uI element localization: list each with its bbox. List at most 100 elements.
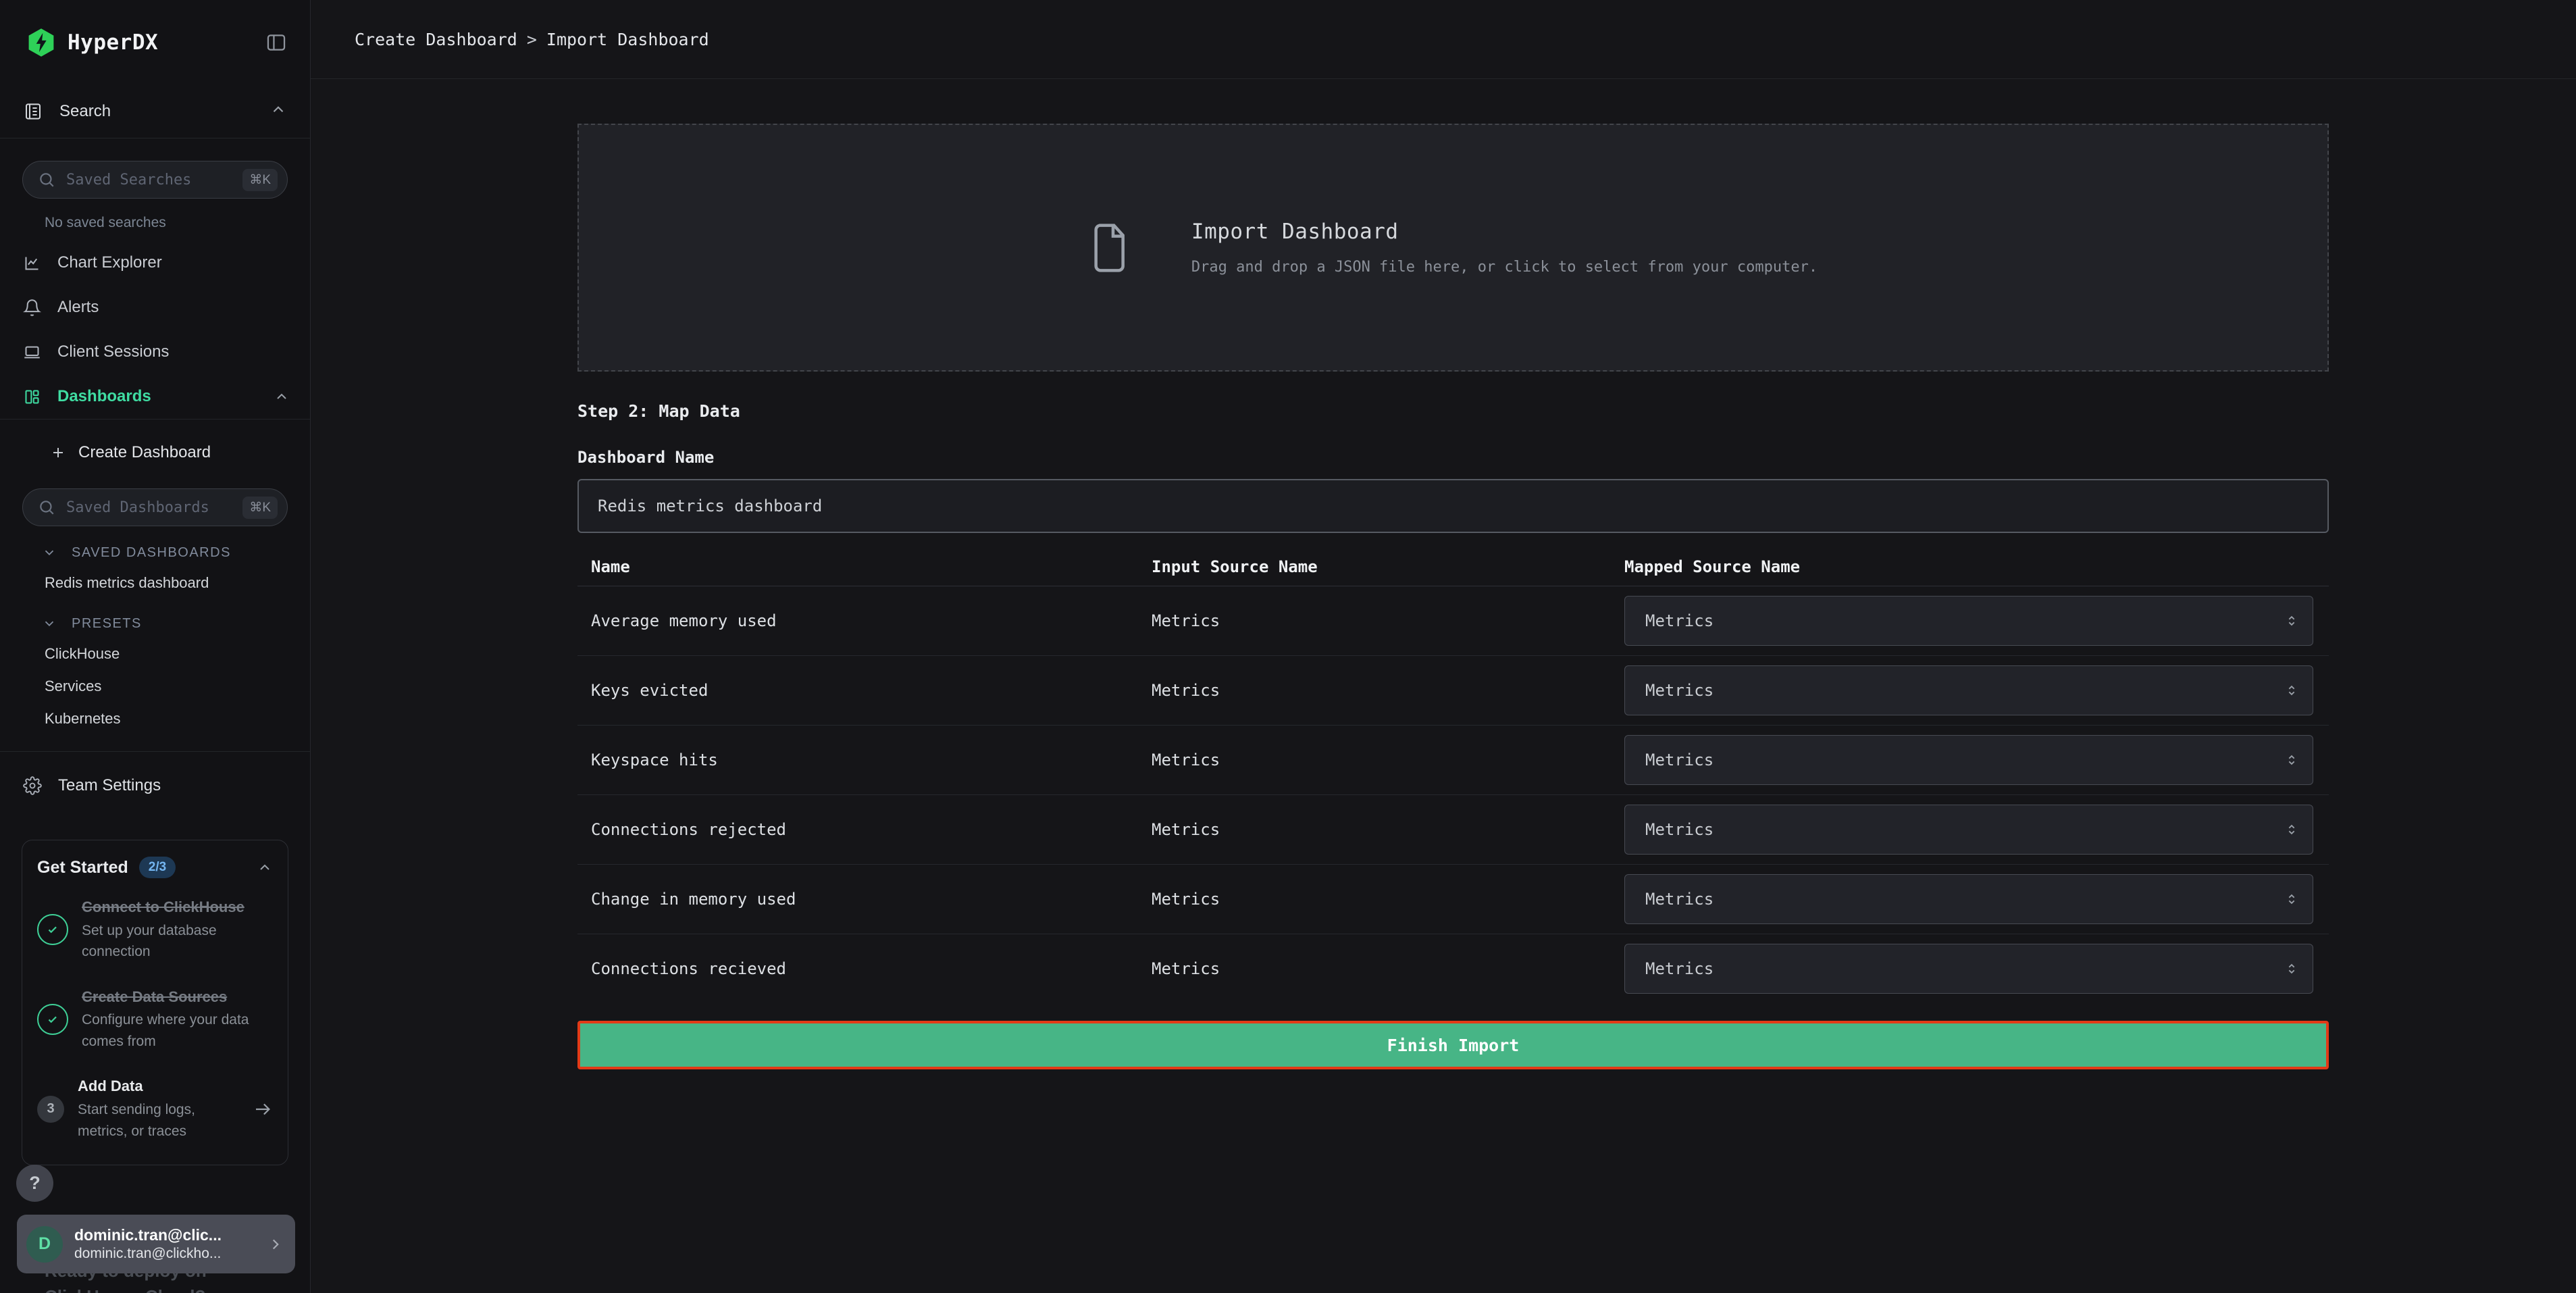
logo-row: HyperDX	[0, 0, 310, 84]
group-label: PRESETS	[72, 616, 142, 632]
sidebar-collapse-button[interactable]	[263, 29, 290, 56]
promo-line-2: ClickHouse Cloud?	[45, 1284, 207, 1293]
row-name: Connections recieved	[577, 959, 1152, 978]
app-title: HyperDX	[68, 30, 158, 55]
select-chevrons-icon	[2284, 753, 2299, 767]
row-input-source: Metrics	[1152, 751, 1624, 769]
chart-icon	[23, 254, 41, 272]
sidebar-item-alerts[interactable]: Alerts	[0, 285, 310, 330]
dropzone-title: Import Dashboard	[1191, 220, 1818, 244]
preset-item-clickhouse[interactable]: ClickHouse	[0, 638, 310, 670]
mapped-source-select[interactable]: Metrics	[1624, 874, 2313, 924]
row-name: Keyspace hits	[577, 751, 1152, 769]
select-chevrons-icon	[2284, 613, 2299, 628]
dashboard-name-input[interactable]	[577, 479, 2329, 533]
row-name: Average memory used	[577, 611, 1152, 630]
mapped-source-select[interactable]: Metrics	[1624, 596, 2313, 646]
gear-icon	[23, 776, 42, 795]
search-panel-icon	[23, 101, 43, 122]
chevron-right-icon	[267, 1236, 284, 1253]
file-icon	[1089, 221, 1132, 275]
get-started-step-sources[interactable]: Create Data Sources Configure where your…	[36, 975, 274, 1065]
nav-label: Alerts	[57, 298, 99, 317]
selected-value: Metrics	[1645, 611, 1714, 630]
user-menu[interactable]: D dominic.tran@clic... dominic.tran@clic…	[17, 1215, 295, 1273]
selected-value: Metrics	[1645, 959, 1714, 978]
user-display-name: dominic.tran@clic...	[74, 1226, 222, 1244]
mapped-source-select[interactable]: Metrics	[1624, 944, 2313, 994]
user-email: dominic.tran@clickho...	[74, 1246, 222, 1262]
app-screen: HyperDX Search ⌘K No saved searches Cha	[0, 0, 2576, 1293]
breadcrumb-create-dashboard[interactable]: Create Dashboard	[355, 30, 517, 49]
presets-group-header[interactable]: PRESETS	[0, 609, 310, 638]
collapse-sidebar-icon	[265, 31, 288, 54]
search-section-label: Search	[59, 102, 111, 121]
sidebar-nav: Chart Explorer Alerts Client Sessions Da…	[0, 240, 310, 419]
saved-searches-input[interactable]	[65, 171, 242, 189]
chevron-down-icon	[42, 545, 57, 560]
preset-item-label: Kubernetes	[45, 710, 121, 728]
preset-item-label: ClickHouse	[45, 645, 120, 663]
selected-value: Metrics	[1645, 890, 1714, 909]
main-content: Import Dashboard Drag and drop a JSON fi…	[311, 79, 2576, 1293]
import-dropzone[interactable]: Import Dashboard Drag and drop a JSON fi…	[577, 124, 2329, 372]
dashboard-name-label: Dashboard Name	[577, 448, 2329, 467]
mapped-source-select[interactable]: Metrics	[1624, 735, 2313, 785]
mapped-source-select[interactable]: Metrics	[1624, 805, 2313, 855]
create-dashboard-label: Create Dashboard	[78, 443, 211, 462]
select-chevrons-icon	[2284, 822, 2299, 837]
keyboard-shortcut-badge: ⌘K	[242, 497, 278, 519]
laptop-icon	[23, 343, 41, 361]
row-input-source: Metrics	[1152, 820, 1624, 839]
chevron-up-icon	[269, 101, 287, 122]
group-label: SAVED DASHBOARDS	[72, 545, 231, 561]
chevron-up-icon	[274, 388, 290, 405]
dropzone-subtitle: Drag and drop a JSON file here, or click…	[1191, 259, 1818, 276]
table-row: Keyspace hits Metrics Metrics	[577, 726, 2329, 795]
team-settings-label: Team Settings	[58, 776, 161, 795]
arrow-right-icon	[253, 1099, 273, 1119]
select-chevrons-icon	[2284, 683, 2299, 698]
search-section-header[interactable]: Search	[0, 84, 310, 138]
mapped-source-select[interactable]: Metrics	[1624, 665, 2313, 715]
get-started-header[interactable]: Get Started 2/3	[36, 854, 274, 885]
nav-label: Client Sessions	[57, 343, 169, 361]
check-circle-icon	[37, 914, 68, 945]
sidebar-item-client-sessions[interactable]: Client Sessions	[0, 330, 310, 374]
breadcrumb-separator: >	[527, 30, 537, 49]
finish-import-button[interactable]: Finish Import	[577, 1021, 2329, 1069]
selected-value: Metrics	[1645, 681, 1714, 700]
chevron-up-icon	[257, 859, 273, 876]
no-saved-searches-text: No saved searches	[0, 212, 310, 234]
saved-dashboards-input[interactable]	[65, 499, 242, 517]
row-input-source: Metrics	[1152, 959, 1624, 978]
sidebar-item-chart-explorer[interactable]: Chart Explorer	[0, 240, 310, 285]
check-circle-icon	[37, 1004, 68, 1035]
sidebar-item-team-settings[interactable]: Team Settings	[0, 752, 310, 819]
saved-dashboards-group-header[interactable]: SAVED DASHBOARDS	[0, 538, 310, 567]
saved-searches-search[interactable]: ⌘K	[22, 161, 288, 199]
sidebar-item-dashboards[interactable]: Dashboards	[0, 374, 310, 419]
select-chevrons-icon	[2284, 892, 2299, 907]
get-started-title: Get Started	[37, 858, 128, 878]
step-heading: Step 2: Map Data	[577, 401, 2329, 421]
get-started-step-connect[interactable]: Connect to ClickHouse Set up your databa…	[36, 885, 274, 975]
saved-dashboards-search[interactable]: ⌘K	[22, 488, 288, 526]
row-input-source: Metrics	[1152, 890, 1624, 909]
preset-item-services[interactable]: Services	[0, 670, 310, 703]
help-button[interactable]: ?	[16, 1165, 53, 1202]
get-started-step-add-data[interactable]: 3 Add Data Start sending logs, metrics, …	[36, 1064, 274, 1154]
table-row: Change in memory used Metrics Metrics	[577, 865, 2329, 934]
step-description: Configure where your data comes from	[82, 1009, 273, 1052]
preset-item-kubernetes[interactable]: Kubernetes	[0, 703, 310, 735]
table-row: Keys evicted Metrics Metrics	[577, 656, 2329, 726]
dashboard-item-redis-metrics[interactable]: Redis metrics dashboard	[0, 567, 310, 599]
nav-label: Chart Explorer	[57, 253, 162, 272]
table-row: Connections recieved Metrics Metrics	[577, 934, 2329, 1003]
dashboard-item-label: Redis metrics dashboard	[45, 574, 209, 592]
breadcrumb: Create Dashboard > Import Dashboard	[355, 30, 709, 49]
progress-badge: 2/3	[139, 857, 176, 878]
create-dashboard-button[interactable]: Create Dashboard	[0, 420, 310, 486]
step-title: Connect to ClickHouse	[82, 897, 273, 917]
select-chevrons-icon	[2284, 961, 2299, 976]
